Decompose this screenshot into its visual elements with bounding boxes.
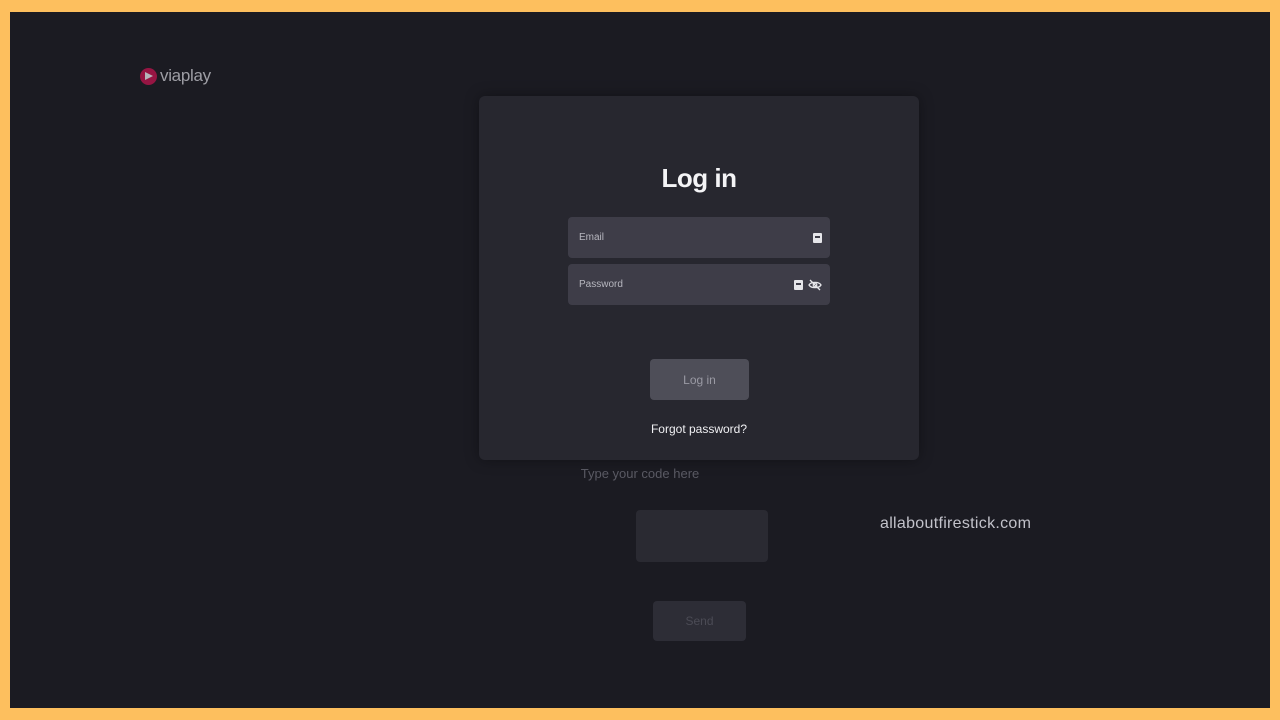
email-input[interactable] <box>568 231 813 244</box>
viaplay-logo: viaplay <box>140 66 211 86</box>
forgot-password-link[interactable]: Forgot password? <box>479 422 919 436</box>
code-hint-text: Type your code here <box>580 466 700 481</box>
eye-off-icon[interactable] <box>808 279 822 291</box>
watermark-text: allaboutfirestick.com <box>880 515 1032 532</box>
brand-name: viaplay <box>160 66 211 85</box>
page-title: Log in <box>661 163 737 193</box>
key-icon <box>813 232 822 243</box>
send-button[interactable]: Send <box>653 601 746 641</box>
password-field[interactable] <box>568 264 830 305</box>
key-icon <box>794 279 803 290</box>
code-input[interactable] <box>636 510 768 562</box>
login-card: Log in Log in Forgot password? <box>479 96 919 460</box>
login-button[interactable]: Log in <box>650 359 749 400</box>
app-screen: viaplay Type your code here Send Log in … <box>10 12 1270 708</box>
viaplay-logo-icon <box>140 67 157 85</box>
password-input[interactable] <box>568 278 794 291</box>
email-field[interactable] <box>568 217 830 258</box>
